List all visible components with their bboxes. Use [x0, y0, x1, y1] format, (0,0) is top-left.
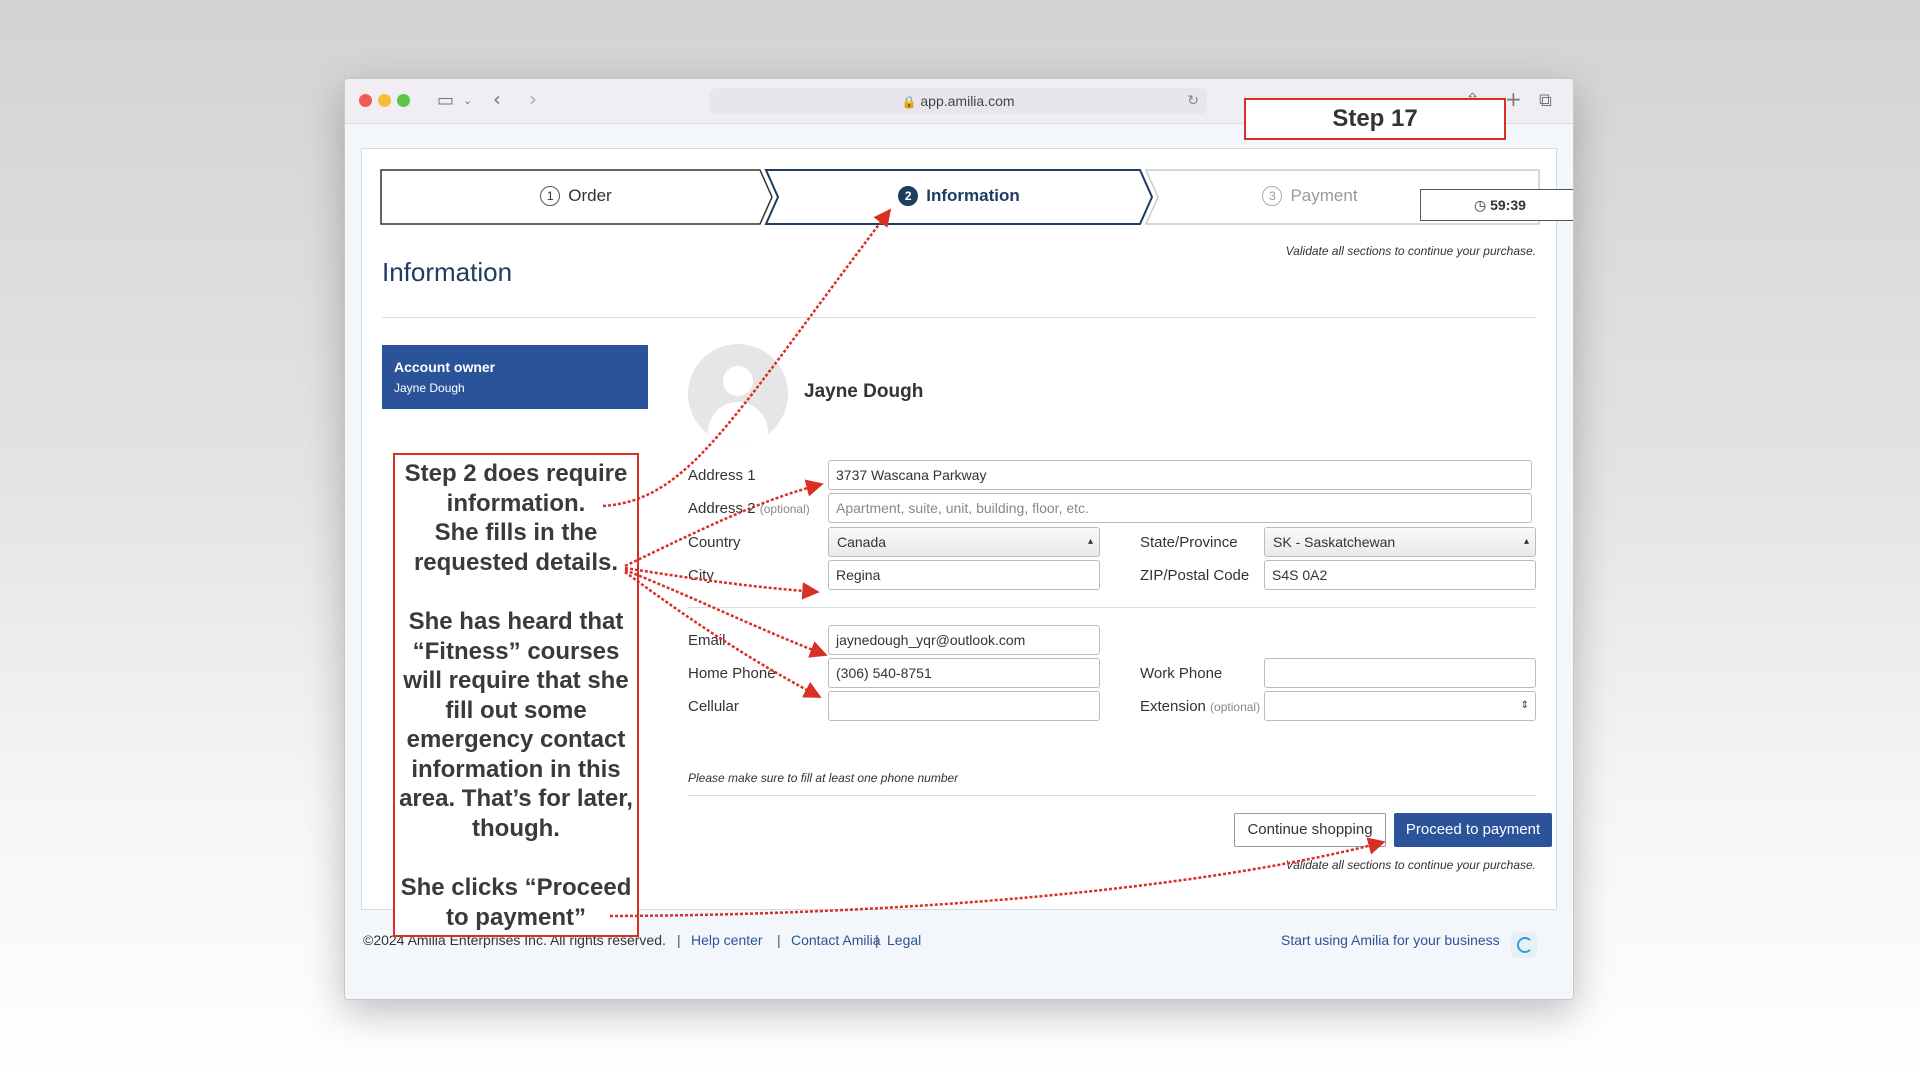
arrow-to-address1 [624, 479, 824, 568]
arrow-to-information-step [602, 208, 892, 508]
arrow-to-city [624, 566, 820, 600]
arrow-to-proceed-button [609, 837, 1386, 918]
annotation-arrows [602, 208, 1386, 918]
